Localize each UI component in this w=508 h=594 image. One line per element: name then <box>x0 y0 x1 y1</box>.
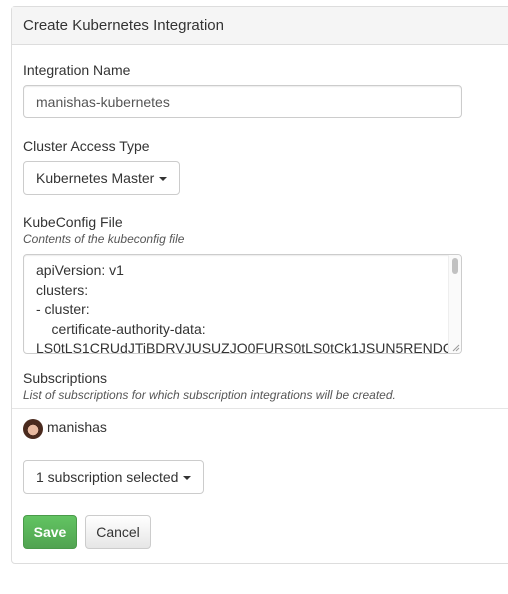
resize-handle-icon[interactable] <box>450 342 460 352</box>
save-button[interactable]: Save <box>23 515 77 549</box>
kubeconfig-label: KubeConfig File <box>23 214 123 230</box>
subscriptions-dropdown[interactable]: 1 subscription selected <box>23 460 205 494</box>
divider <box>12 408 508 409</box>
subscriptions-label: Subscriptions <box>23 370 108 386</box>
integration-name-input[interactable] <box>23 85 462 118</box>
kubeconfig-line: - cluster: <box>36 301 90 317</box>
caret-down-icon <box>183 476 192 481</box>
cancel-button[interactable]: Cancel <box>85 515 151 549</box>
scrollbar-thumb[interactable] <box>452 258 458 274</box>
kubeconfig-line: certificate-authority-data: <box>36 320 206 337</box>
kubeconfig-textarea[interactable]: apiVersion: v1 clusters: - cluster: certif… <box>23 254 462 354</box>
kubeconfig-line: clusters: <box>36 281 89 298</box>
caret-down-icon <box>159 177 168 182</box>
kubeconfig-help: Contents of the kubeconfig file <box>23 232 185 246</box>
subscriptions-selected-value: 1 subscription selected <box>36 469 179 485</box>
subscription-user-name: manishas <box>47 419 107 435</box>
kubeconfig-line: LS0tLS1CRUdJTiBDRVJUSUZJQ0FURS0tLS0tCk1J… <box>36 340 454 354</box>
kubeconfig-content: apiVersion: v1 clusters: - cluster: certif… <box>24 255 461 354</box>
kubeconfig-line: apiVersion: v1 <box>36 262 124 278</box>
subscriptions-help: List of subscriptions for which subscrip… <box>23 388 396 402</box>
textarea-scrollbar[interactable] <box>448 255 461 353</box>
integration-name-label: Integration Name <box>23 62 131 78</box>
cluster-access-type-dropdown[interactable]: Kubernetes Master <box>23 161 181 195</box>
panel-title: Create Kubernetes Integration <box>12 7 508 45</box>
cluster-access-type-label: Cluster Access Type <box>23 138 150 154</box>
user-avatar <box>23 419 43 439</box>
cluster-access-type-value: Kubernetes Master <box>36 170 155 186</box>
create-integration-panel: Create Kubernetes Integration Integratio… <box>11 6 508 564</box>
